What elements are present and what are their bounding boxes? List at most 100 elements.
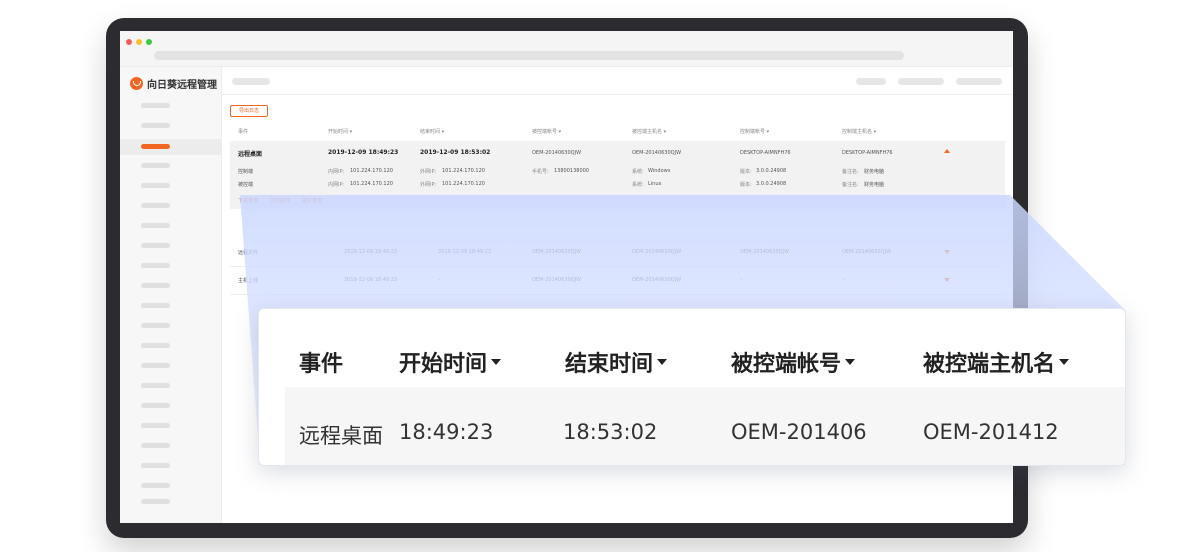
- controller-account-cell: –: [740, 277, 743, 283]
- detail-extranet-ip: 101.224.170.120: [442, 181, 485, 187]
- stage: 向日葵远程管理 导出日志 事件 开始时间 ▾ 结束时间 ▾ 被控端帐号 ▾ 被控…: [0, 0, 1185, 552]
- controller-account-cell: DESKTOP-AIMNFH76: [740, 150, 791, 156]
- detail-version-label: 版本:: [740, 169, 752, 175]
- zoom-header-event[interactable]: 事件: [299, 346, 343, 378]
- expand-arrow-icon[interactable]: [944, 278, 950, 282]
- sidebar-item[interactable]: [141, 163, 170, 168]
- sidebar-item[interactable]: [141, 103, 170, 108]
- zoom-header-controlled-account[interactable]: 被控端帐号: [731, 346, 856, 378]
- export-log-button[interactable]: 导出日志: [230, 105, 268, 117]
- zoom-header-start-time[interactable]: 开始时间: [399, 346, 502, 378]
- sidebar-active-highlight: [120, 139, 222, 155]
- column-header-controller-account[interactable]: 控制端帐号 ▾: [740, 128, 769, 135]
- detail-role: 控制端: [238, 169, 254, 175]
- controller-host-cell: –: [842, 277, 845, 283]
- close-window-dot[interactable]: [126, 39, 132, 45]
- sort-caret-icon: [491, 359, 502, 365]
- maximize-window-dot[interactable]: [146, 39, 152, 45]
- browser-chrome: [120, 31, 1013, 67]
- sidebar-item[interactable]: [141, 403, 170, 408]
- sidebar-item[interactable]: [141, 423, 170, 428]
- sort-caret-icon: [845, 359, 856, 365]
- controlled-account-cell: OEM-20140630QJW: [532, 150, 582, 156]
- sidebar-item[interactable]: [141, 183, 170, 188]
- detail-intranet-ip: 101.224.170.120: [350, 168, 393, 174]
- end-time-cell: 2019-12-09 18:53:02: [420, 149, 491, 156]
- column-header-end-time[interactable]: 结束时间 ▾: [420, 128, 444, 135]
- top-bar: [222, 67, 1013, 95]
- detail-extranet-label: 外网IP:: [420, 182, 437, 188]
- column-header-event[interactable]: 事件: [238, 128, 248, 135]
- start-time-cell: 2019-12-09 18:49:23: [344, 277, 398, 283]
- detail-intranet-ip: 101.224.170.120: [350, 181, 393, 187]
- sidebar-item[interactable]: [141, 463, 170, 468]
- sidebar-item[interactable]: [141, 203, 170, 208]
- sidebar-item[interactable]: [141, 223, 170, 228]
- detail-version: 3.0.0.24908: [756, 168, 787, 174]
- sort-caret-icon: [657, 359, 668, 365]
- detail-note: 财务电脑: [864, 182, 885, 188]
- file-operations-link[interactable]: 文件操作: [270, 197, 290, 204]
- sidebar-item[interactable]: [141, 123, 170, 128]
- detail-os: Linux: [648, 181, 662, 187]
- controller-host-cell: OEM-20140630QJW: [842, 249, 892, 255]
- expand-arrow-icon[interactable]: [944, 250, 950, 254]
- event-cell: 远程桌面: [238, 151, 263, 158]
- controlled-host-cell: OEM-20140630QJW: [632, 150, 682, 156]
- detail-note-label: 备注名:: [842, 169, 859, 175]
- top-bar-item[interactable]: [856, 78, 886, 85]
- sidebar-item[interactable]: [141, 303, 170, 308]
- detail-intranet-label: 内网IP:: [328, 169, 345, 175]
- column-header-controlled-account[interactable]: 被控端帐号 ▾: [532, 128, 561, 135]
- table-row[interactable]: 主机上线 2019-12-09 18:49:23 – OEM-20140630Q…: [230, 267, 1005, 295]
- sidebar-item[interactable]: [141, 343, 170, 348]
- command-query-link[interactable]: 指令查询: [302, 197, 322, 204]
- sidebar-item[interactable]: [141, 483, 170, 488]
- address-bar[interactable]: [154, 51, 904, 60]
- detail-note-label: 备注名:: [842, 182, 859, 188]
- event-cell: 远程文件: [238, 250, 259, 256]
- controlled-account-cell: OEM-20140630QJW: [532, 277, 582, 283]
- detail-intranet-label: 内网IP:: [328, 182, 345, 188]
- detail-extranet-label: 外网IP:: [420, 169, 437, 175]
- zoom-header-end-time[interactable]: 结束时间: [565, 346, 668, 378]
- sidebar-item[interactable]: [141, 499, 170, 504]
- sidebar-item[interactable]: [141, 443, 170, 448]
- page-title-placeholder: [232, 78, 270, 85]
- sidebar-item[interactable]: [141, 283, 170, 288]
- top-bar-item[interactable]: [898, 78, 944, 85]
- sidebar-item-active[interactable]: [141, 144, 170, 149]
- table-row[interactable]: 远程文件 2019-12-09 18:49:23 2019-12-09 18:4…: [230, 239, 1005, 267]
- column-header-start-time[interactable]: 开始时间 ▾: [328, 128, 352, 135]
- table-row-expanded[interactable]: 远程桌面 2019-12-09 18:49:23 2019-12-09 18:5…: [230, 141, 1005, 209]
- sidebar: 向日葵远程管理: [120, 67, 222, 523]
- download-recording-link[interactable]: 下载录像: [238, 197, 258, 204]
- start-time-cell: 2019-12-09 18:49:23: [344, 249, 398, 255]
- zoom-callout-card: 事件 开始时间 结束时间 被控端帐号 被控端主机名 远程桌面 18:49:23 …: [258, 308, 1126, 466]
- top-bar-item[interactable]: [956, 78, 1002, 85]
- collapse-arrow-icon[interactable]: [944, 149, 950, 153]
- brand[interactable]: 向日葵远程管理: [130, 75, 217, 91]
- zoom-header-controlled-host[interactable]: 被控端主机名: [923, 346, 1070, 378]
- sidebar-item[interactable]: [141, 323, 170, 328]
- detail-os-label: 系统:: [632, 169, 644, 175]
- event-cell: 主机上线: [238, 278, 259, 284]
- column-header-controller-host[interactable]: 控制端主机名 ▾: [842, 128, 876, 135]
- controller-host-cell: DESKTOP-AIMNFH76: [842, 150, 893, 156]
- detail-note: 财务电脑: [864, 169, 885, 175]
- detail-phone: 13800138000: [554, 168, 589, 174]
- detail-os-label: 系统:: [632, 182, 644, 188]
- detail-role: 被控端: [238, 182, 254, 188]
- controlled-host-cell: OEM-20140630QJW: [632, 249, 682, 255]
- sidebar-item[interactable]: [141, 263, 170, 268]
- end-time-cell: 2019-12-09 18:49:23: [438, 249, 492, 255]
- sidebar-item[interactable]: [141, 363, 170, 368]
- controlled-account-cell: OEM-20140630QJW: [532, 249, 582, 255]
- start-time-cell: 2019-12-09 18:49:23: [328, 149, 399, 156]
- sidebar-item[interactable]: [141, 383, 170, 388]
- column-header-controlled-host[interactable]: 被控端主机名 ▾: [632, 128, 666, 135]
- minimize-window-dot[interactable]: [136, 39, 142, 45]
- sunflower-logo-icon: [130, 76, 143, 90]
- zoom-cell-start-time: 18:49:23: [399, 420, 494, 444]
- sidebar-item[interactable]: [141, 243, 170, 248]
